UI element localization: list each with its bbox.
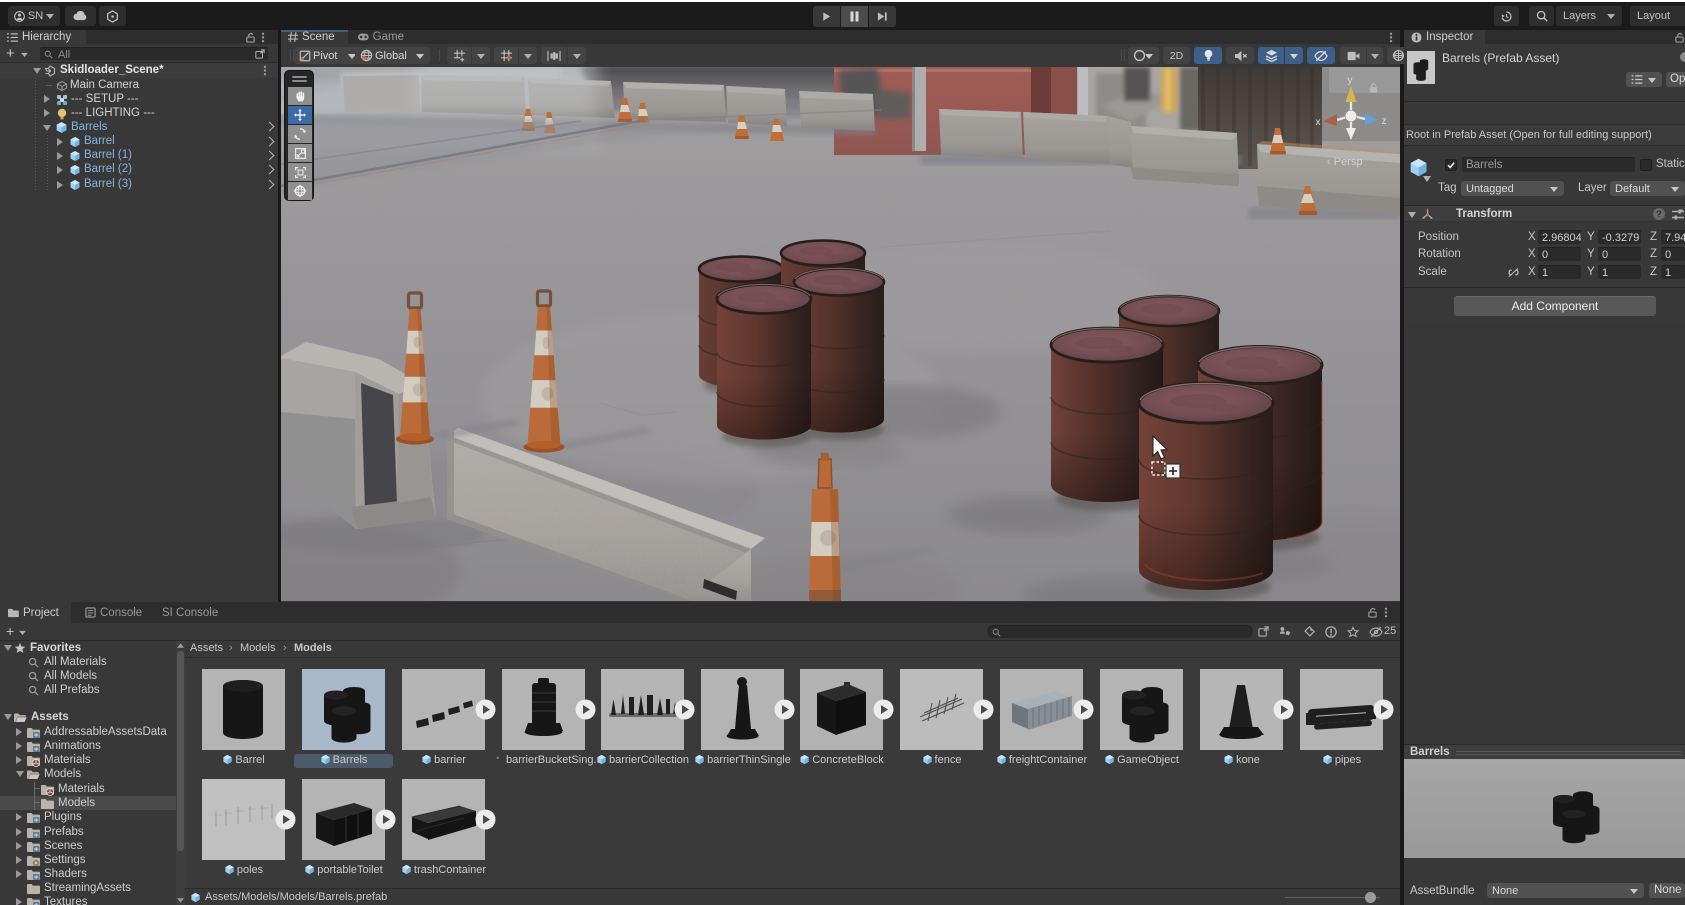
svg-text:x: x [1316, 117, 1321, 128]
svg-text:y: y [1348, 75, 1353, 86]
svg-text:‹ Persp: ‹ Persp [1327, 156, 1362, 168]
svg-text:z: z [1382, 116, 1387, 127]
